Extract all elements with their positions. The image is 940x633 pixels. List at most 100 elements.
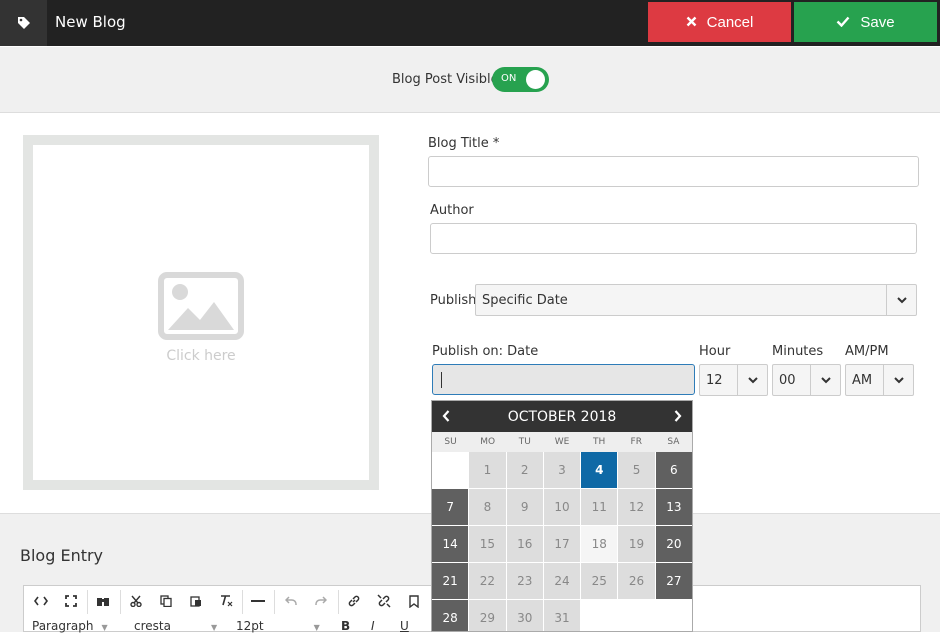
save-button[interactable]: Save xyxy=(794,2,937,42)
ampm-select[interactable]: AM xyxy=(845,364,914,396)
hour-select[interactable]: 12 xyxy=(699,364,768,396)
toolbar-divider xyxy=(274,590,275,614)
clear-formatting-icon[interactable] xyxy=(211,586,241,616)
minutes-select[interactable]: 00 xyxy=(772,364,841,396)
weekday-label: MO xyxy=(480,437,496,447)
publish-date-label: Publish on: Date xyxy=(432,344,539,359)
day-cell[interactable]: 19 xyxy=(618,526,655,562)
day-cell[interactable]: 15 xyxy=(469,526,506,562)
date-picker-month[interactable]: OCTOBER 2018 xyxy=(508,409,617,425)
image-upload-area[interactable]: Click here xyxy=(23,135,379,490)
check-icon xyxy=(836,14,850,31)
day-cell[interactable]: 2 xyxy=(506,452,543,488)
font-size-select[interactable]: 12pt ▼ xyxy=(236,619,320,633)
link-icon[interactable] xyxy=(339,586,369,616)
visibility-label: Blog Post Visible xyxy=(392,72,499,87)
chevron-down-icon xyxy=(886,285,916,315)
day-cell[interactable]: 23 xyxy=(506,563,543,599)
blog-title-input[interactable] xyxy=(428,156,919,187)
toggle-knob xyxy=(526,70,545,89)
day-cell[interactable]: 20 xyxy=(655,526,692,562)
hour-select-value: 12 xyxy=(706,373,723,388)
cut-icon[interactable] xyxy=(121,586,151,616)
page-title: New Blog xyxy=(55,13,126,31)
copy-icon[interactable] xyxy=(151,586,181,616)
unlink-icon[interactable] xyxy=(369,586,399,616)
day-cell[interactable]: 12 xyxy=(618,489,655,525)
font-family-value: cresta xyxy=(134,619,171,633)
day-cell[interactable]: 10 xyxy=(543,489,581,525)
chevron-right-icon[interactable] xyxy=(674,409,682,425)
author-label: Author xyxy=(430,203,474,218)
weekday-label: TU xyxy=(518,437,531,447)
day-cell[interactable]: 5 xyxy=(618,452,655,488)
publish-select[interactable]: Specific Date xyxy=(475,284,917,316)
day-cell[interactable]: 3 xyxy=(543,452,581,488)
visibility-bar: Blog Post Visible ON xyxy=(0,47,940,113)
day-cell[interactable]: 7 xyxy=(432,489,469,525)
close-icon xyxy=(686,14,697,31)
day-cell[interactable]: 14 xyxy=(432,526,469,562)
day-cell[interactable]: 17 xyxy=(543,526,581,562)
day-cell[interactable]: 30 xyxy=(506,600,543,631)
day-cell[interactable]: 16 xyxy=(506,526,543,562)
day-cell[interactable]: 13 xyxy=(655,489,692,525)
redo-icon[interactable] xyxy=(306,586,336,616)
minutes-label: Minutes xyxy=(772,344,824,359)
visibility-toggle[interactable]: ON xyxy=(492,67,549,92)
source-code-icon[interactable] xyxy=(26,586,56,616)
ampm-label: AM/PM xyxy=(845,344,889,359)
day-cell[interactable]: 31 xyxy=(543,600,581,631)
chevron-left-icon[interactable] xyxy=(442,409,450,425)
day-cell[interactable]: 27 xyxy=(655,563,692,599)
image-icon xyxy=(158,271,244,344)
day-cell[interactable]: 24 xyxy=(543,563,581,599)
day-cell[interactable]: 26 xyxy=(618,563,655,599)
toggle-state-label: ON xyxy=(501,73,517,84)
underline-button[interactable]: U xyxy=(400,619,409,633)
chevron-down-icon: ▼ xyxy=(101,623,108,632)
font-size-value: 12pt xyxy=(236,619,264,633)
day-cell[interactable]: 25 xyxy=(581,563,618,599)
day-cell[interactable]: 1 xyxy=(469,452,506,488)
weekday-label: SU xyxy=(444,437,457,447)
minutes-select-value: 00 xyxy=(779,373,796,388)
paragraph-format-select[interactable]: Paragraph ▼ xyxy=(32,619,108,633)
day-cell[interactable]: 21 xyxy=(432,563,469,599)
day-cell-empty xyxy=(432,452,469,488)
tag-icon xyxy=(0,0,47,46)
weekday-header: SU MO TU WE TH FR SA xyxy=(432,432,692,452)
day-cell[interactable]: 11 xyxy=(581,489,618,525)
fullscreen-icon[interactable] xyxy=(56,586,86,616)
cancel-button[interactable]: Cancel xyxy=(648,2,791,42)
day-cell[interactable]: 28 xyxy=(432,600,469,631)
font-family-select[interactable]: cresta ▼ xyxy=(134,619,217,633)
weekday-label: WE xyxy=(554,437,570,447)
publish-select-value: Specific Date xyxy=(482,293,568,308)
image-upload-inner[interactable]: Click here xyxy=(33,145,369,480)
chevron-down-icon: ▼ xyxy=(313,623,320,632)
day-cell[interactable]: 9 xyxy=(506,489,543,525)
chevron-down-icon xyxy=(810,365,840,395)
paragraph-format-value: Paragraph xyxy=(32,619,94,633)
day-cell[interactable]: 18 xyxy=(581,526,618,562)
horizontal-line-icon[interactable] xyxy=(243,586,273,616)
italic-button[interactable]: I xyxy=(371,619,375,633)
bookmark-icon[interactable] xyxy=(399,586,429,616)
weekday-label: TH xyxy=(593,437,606,447)
undo-icon[interactable] xyxy=(276,586,306,616)
find-replace-icon[interactable] xyxy=(88,586,118,616)
publish-date-input[interactable] xyxy=(432,364,695,395)
paste-icon[interactable] xyxy=(181,586,211,616)
chevron-down-icon: ▼ xyxy=(210,623,218,632)
day-cell[interactable]: 8 xyxy=(469,489,506,525)
bold-button[interactable]: B xyxy=(341,619,350,633)
day-cell-empty xyxy=(618,600,655,631)
day-cell[interactable]: 29 xyxy=(469,600,506,631)
author-input[interactable] xyxy=(430,223,917,254)
weekday-label: SA xyxy=(667,437,680,447)
day-cell[interactable]: 6 xyxy=(655,452,692,488)
day-cell[interactable]: 22 xyxy=(469,563,506,599)
date-picker-header: OCTOBER 2018 xyxy=(432,401,692,432)
day-cell[interactable]: 4 xyxy=(581,452,618,488)
